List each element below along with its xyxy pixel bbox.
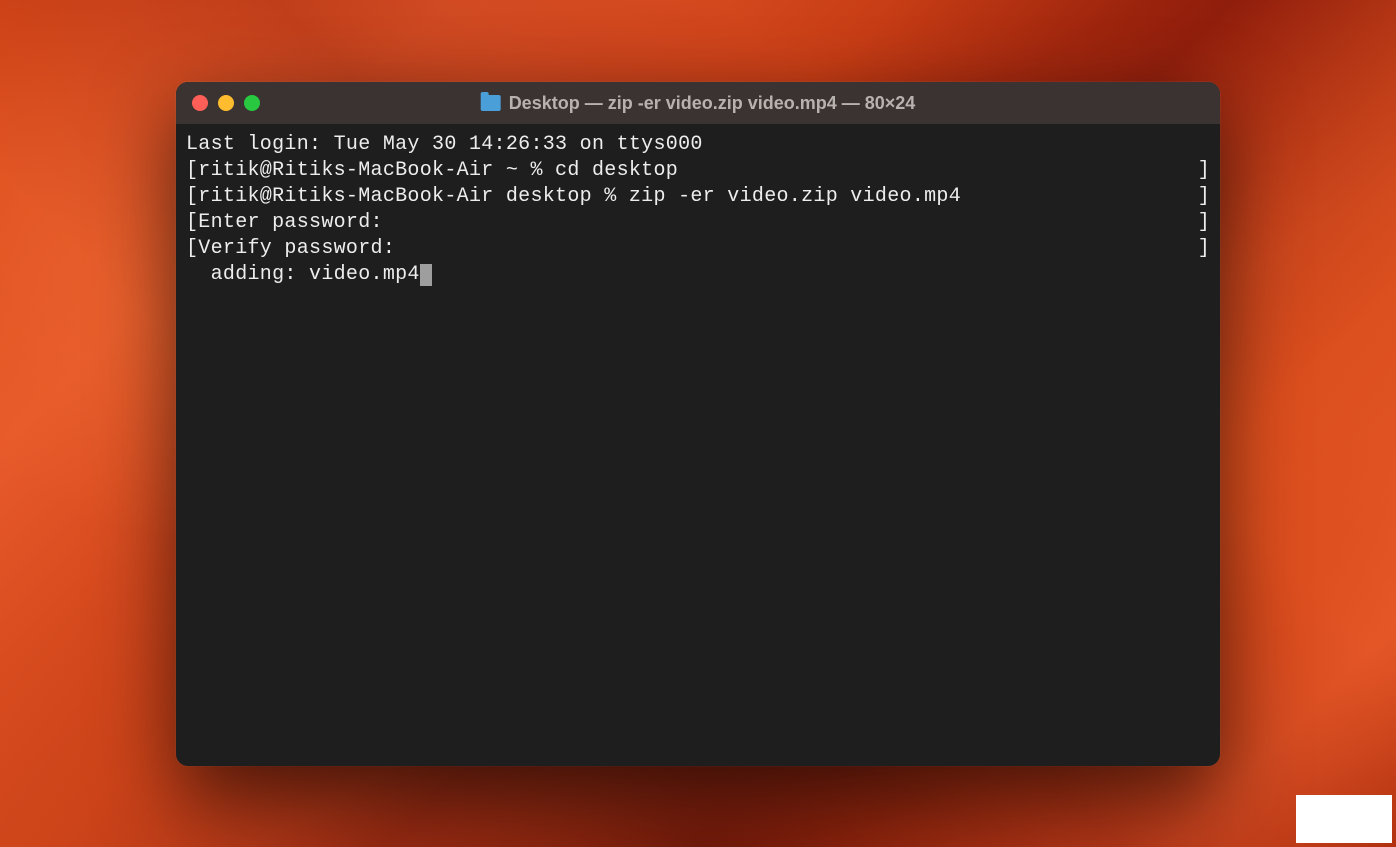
folder-icon [481, 95, 501, 111]
line-content: [ritik@Ritiks-MacBook-Air desktop % zip … [186, 184, 961, 210]
terminal-body[interactable]: Last login: Tue May 30 14:26:33 on ttys0… [176, 124, 1220, 766]
terminal-window: Desktop — zip -er video.zip video.mp4 — … [176, 82, 1220, 766]
maximize-button[interactable] [244, 95, 260, 111]
line-end: ] [1198, 158, 1210, 184]
terminal-line: [ritik@Ritiks-MacBook-Air desktop % zip … [186, 184, 1210, 210]
window-title: Desktop — zip -er video.zip video.mp4 — … [509, 93, 916, 114]
line-end: ] [1198, 184, 1210, 210]
terminal-line: adding: video.mp4 [186, 262, 1210, 288]
line-content: adding: video.mp4 [186, 262, 432, 288]
line-end: ] [1198, 210, 1210, 236]
cursor [420, 264, 432, 286]
line-content: Last login: Tue May 30 14:26:33 on ttys0… [186, 132, 703, 158]
terminal-line: Last login: Tue May 30 14:26:33 on ttys0… [186, 132, 1210, 158]
traffic-lights [192, 95, 260, 111]
terminal-line: [ritik@Ritiks-MacBook-Air ~ % cd desktop… [186, 158, 1210, 184]
terminal-line: [Verify password: ] [186, 236, 1210, 262]
line-content: [Enter password: [186, 210, 383, 236]
title-container: Desktop — zip -er video.zip video.mp4 — … [481, 93, 916, 114]
titlebar[interactable]: Desktop — zip -er video.zip video.mp4 — … [176, 82, 1220, 124]
terminal-line: [Enter password: ] [186, 210, 1210, 236]
close-button[interactable] [192, 95, 208, 111]
line-end: ] [1198, 236, 1210, 262]
line-content: [ritik@Ritiks-MacBook-Air ~ % cd desktop [186, 158, 678, 184]
watermark-box [1296, 795, 1392, 843]
line-content: [Verify password: [186, 236, 395, 262]
minimize-button[interactable] [218, 95, 234, 111]
